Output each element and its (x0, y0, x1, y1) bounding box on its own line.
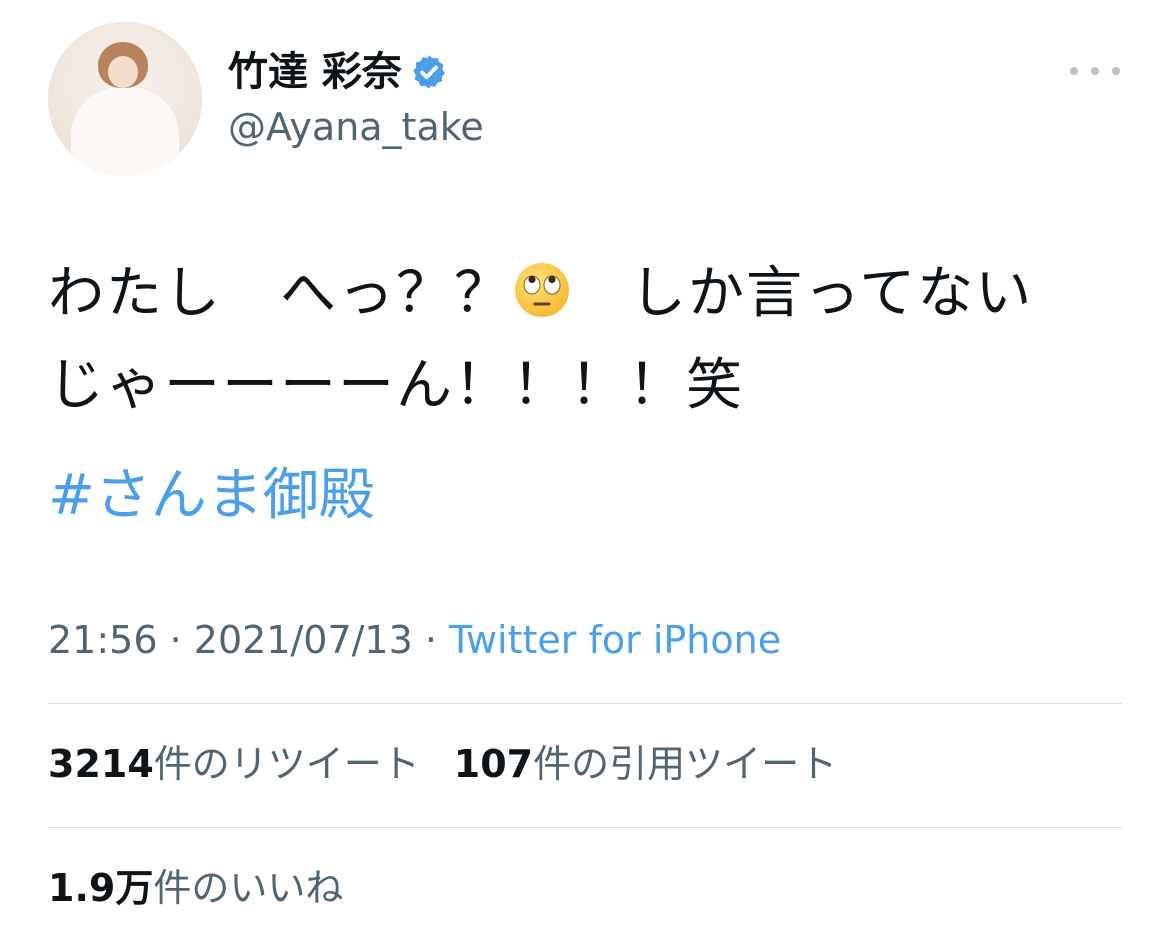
more-dot (1070, 67, 1078, 75)
hashtag-link[interactable]: #さんま御殿 (48, 458, 375, 534)
divider (48, 827, 1122, 828)
quote-tweets-stat[interactable]: 107件の引用ツイート (454, 736, 837, 792)
tweet-line1-part-a: わたし へっ？？ (48, 261, 512, 326)
tweet-time: 21:56 (48, 618, 158, 662)
retweets-label: 件のリツイート (153, 742, 420, 786)
quotes-label: 件の引用ツイート (533, 742, 838, 786)
rolling-eyes-emoji-icon (515, 263, 569, 317)
tweet-meta: 21:56 · 2021/07/13 · Twitter for iPhone (48, 612, 781, 668)
tweet-text: わたし へっ？？ しか言ってない じゃーーーーん！！！！笑 (48, 248, 1128, 432)
author-display-name[interactable]: 竹達 彩奈 (228, 44, 448, 100)
display-name-text: 竹達 彩奈 (228, 49, 402, 95)
verified-badge-icon (413, 55, 445, 89)
avatar-face (108, 56, 138, 88)
quotes-count: 107 (453, 742, 534, 786)
stats-row-retweets: 3214件のリツイート 107件の引用ツイート (48, 736, 837, 792)
tweet-line2: じゃーーーーん！！！！笑 (48, 353, 744, 418)
divider (48, 703, 1122, 704)
more-dot (1112, 67, 1120, 75)
avatar-body (70, 86, 180, 176)
avatar[interactable] (48, 22, 202, 176)
tweet-source-link[interactable]: Twitter for iPhone (449, 618, 781, 662)
author-handle[interactable]: @Ayana_take (228, 102, 484, 152)
more-options-icon[interactable] (1070, 56, 1120, 86)
meta-separator: · (157, 618, 194, 662)
tweet-line1-part-b: しか言ってない (572, 261, 1034, 326)
tweet-date: 2021/07/13 (193, 618, 413, 662)
more-dot (1091, 67, 1099, 75)
likes-label: 件のいいね (153, 866, 344, 910)
retweets-stat[interactable]: 3214件のリツイート (48, 736, 420, 792)
retweets-count: 3214 (48, 742, 154, 786)
meta-separator: · (412, 618, 450, 662)
stats-row-likes: 1.9万件のいいね (48, 860, 343, 916)
likes-stat[interactable]: 1.9万件のいいね (48, 860, 343, 916)
likes-count: 1.9万 (48, 866, 154, 910)
